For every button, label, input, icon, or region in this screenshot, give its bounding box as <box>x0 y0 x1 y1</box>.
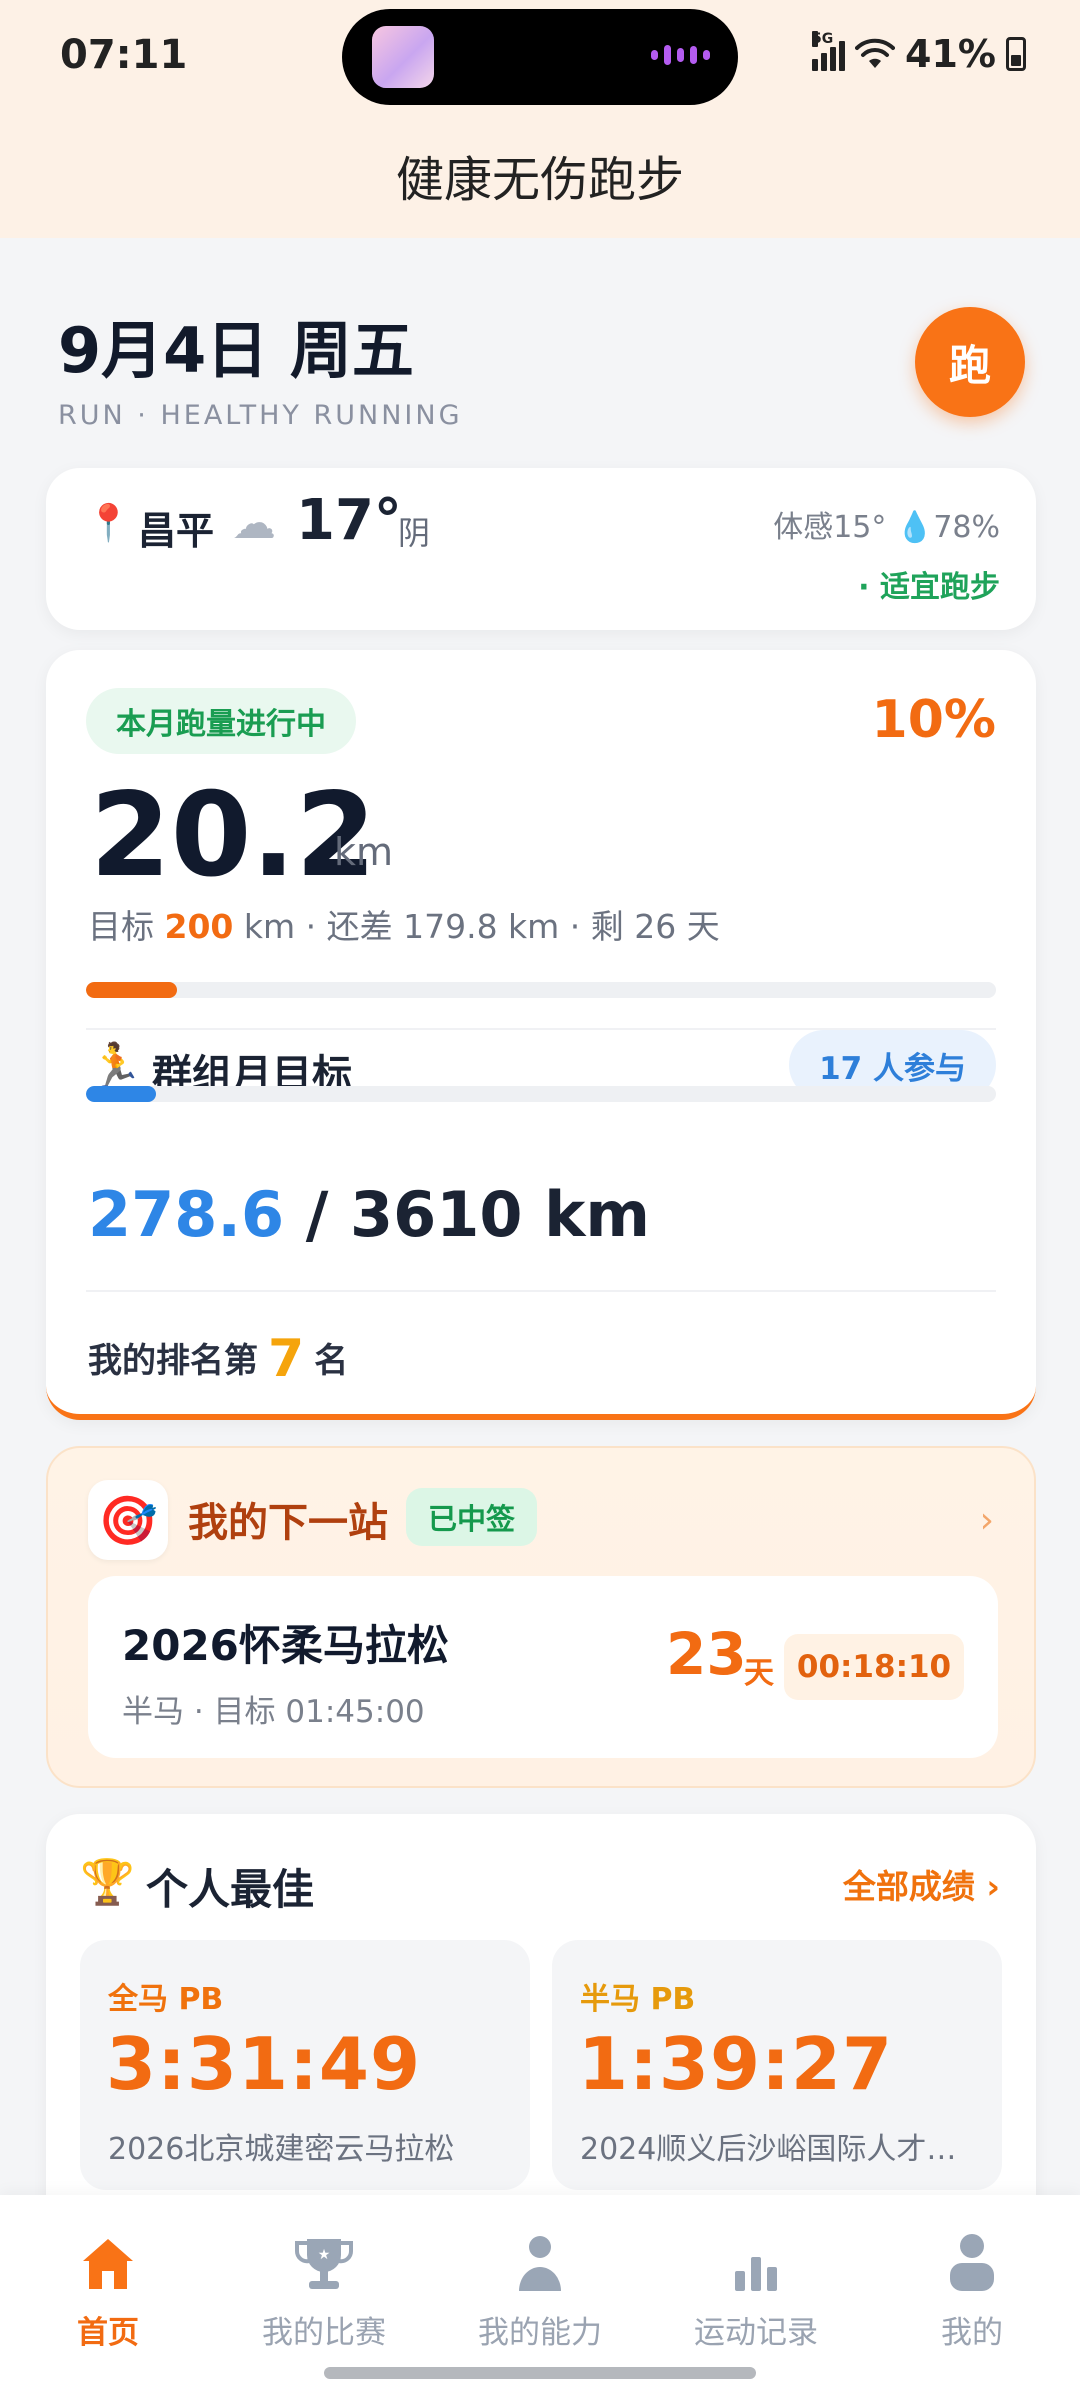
nav-item-my-races[interactable]: ★ 我的比赛 <box>216 2219 432 2352</box>
svg-text:★: ★ <box>318 2247 331 2263</box>
humidity-drop-icon: 💧 <box>895 510 934 545</box>
group-progress-bar <box>86 1086 996 1102</box>
chevron-right-icon[interactable]: › <box>980 1500 994 1541</box>
weather-card[interactable]: 📍 昌平 ☁ 17° 阴 体感15° 💧78% · 适宜跑步 <box>46 468 1036 630</box>
race-days-unit: 天 <box>744 1656 774 1691</box>
wifi-icon <box>855 38 896 68</box>
race-name: 2026怀柔马拉松 <box>122 1621 449 1670</box>
audio-wave-icon <box>651 45 710 65</box>
pb-time: 3:31:49 <box>106 2022 422 2106</box>
monthly-status-badge: 本月跑量进行中 <box>86 688 356 754</box>
race-detail-panel[interactable]: 2026怀柔马拉松 半马 · 目标 01:45:00 23 天 00:18:10 <box>88 1576 998 1758</box>
pb-label: 全马 PB <box>108 1982 224 2017</box>
monthly-mileage-card[interactable]: 本月跑量进行中 10% 20.2 km 目标 200 km · 还差 179.8… <box>46 650 1036 1420</box>
rank-number: 7 <box>268 1329 305 1389</box>
trophy-icon: ★ <box>295 2239 353 2289</box>
distance-unit: km <box>334 830 394 874</box>
all-results-link[interactable]: 全部成绩 › <box>843 1860 1000 1908</box>
nav-label: 运动记录 <box>694 2315 818 2351</box>
battery-percent: 41% <box>905 32 996 76</box>
monthly-goal: 200 <box>164 907 234 946</box>
pb-item-full-marathon[interactable]: 全马 PB 3:31:49 2026北京城建密云马拉松 <box>80 1940 530 2190</box>
nav-item-me[interactable]: 我的 <box>864 2219 1080 2352</box>
my-rank: 我的排名第 7 名 <box>88 1329 349 1389</box>
start-run-button[interactable]: 跑 <box>915 307 1025 417</box>
group-distance: 278.6 / 3610 km <box>88 1178 650 1251</box>
monthly-percent: 10% <box>871 690 996 750</box>
pb-race-name: 2026北京城建密云马拉松 <box>108 2132 455 2167</box>
lottery-status-badge: 已中签 <box>406 1488 538 1546</box>
personal-best-title: 个人最佳 <box>146 1865 315 1914</box>
weather-temp: 17° <box>296 488 402 553</box>
island-app-thumbnail <box>372 26 434 88</box>
pb-race-name: 2024顺义后沙峪国际人才… <box>580 2132 957 2167</box>
weather-city: 昌平 <box>138 509 215 553</box>
home-icon <box>83 2239 133 2289</box>
runner-icon: 🏃 <box>88 1041 143 1092</box>
status-icons: 5G 41% <box>812 31 1026 76</box>
nav-item-ability[interactable]: 我的能力 <box>432 2219 648 2352</box>
monthly-goal-line: 目标 200 km · 还差 179.8 km · 剩 26 天 <box>88 907 720 946</box>
nav-item-records[interactable]: 运动记录 <box>648 2219 864 2352</box>
race-countdown: 00:18:10 <box>784 1634 964 1700</box>
home-indicator[interactable] <box>324 2367 756 2379</box>
battery-icon <box>1006 37 1026 71</box>
race-detail: 半马 · 目标 01:45:00 <box>122 1694 425 1730</box>
cellular-signal-icon: 5G <box>812 31 846 71</box>
trophy-icon: 🏆 <box>80 1857 135 1908</box>
bar-chart-icon <box>735 2257 777 2291</box>
next-race-title: 我的下一站 <box>188 1500 388 1546</box>
feels-like: 体感15° <box>773 510 887 545</box>
nav-label: 我的比赛 <box>262 2315 386 2351</box>
next-race-card[interactable]: 🎯 我的下一站 已中签 › 2026怀柔马拉松 半马 · 目标 01:45:00… <box>46 1446 1036 1788</box>
date-heading: 9月4日 周五 <box>58 314 414 387</box>
running-advice: · 适宜跑步 <box>858 570 1000 605</box>
dynamic-island[interactable] <box>342 9 738 105</box>
weather-condition: 阴 <box>398 514 431 552</box>
page-title: 健康无伤跑步 <box>395 152 684 208</box>
nav-item-home[interactable]: 首页 <box>0 2219 216 2352</box>
humidity-value: 78% <box>933 510 1000 545</box>
location-pin-icon: 📍 <box>86 503 131 544</box>
top-header: 07:11 5G 41% 健康无伤跑步 <box>0 0 1080 238</box>
pb-item-half-marathon[interactable]: 半马 PB 1:39:27 2024顺义后沙峪国际人才… <box>552 1940 1002 2190</box>
divider <box>86 1290 996 1292</box>
personal-best-card: 🏆 个人最佳 全部成绩 › 全马 PB 3:31:49 2026北京城建密云马拉… <box>46 1814 1036 2254</box>
profile-icon <box>950 2234 994 2291</box>
nav-label: 首页 <box>77 2315 139 2351</box>
nav-label: 我的 <box>941 2315 1003 2351</box>
nav-label: 我的能力 <box>478 2315 602 2351</box>
weather-details: 体感15° 💧78% <box>773 502 1000 546</box>
status-time: 07:11 <box>60 32 188 78</box>
target-icon: 🎯 <box>88 1480 168 1560</box>
race-days-left: 23 <box>666 1620 747 1688</box>
date-subtitle: RUN · HEALTHY RUNNING <box>58 400 463 431</box>
pb-time: 1:39:27 <box>578 2022 894 2106</box>
monthly-progress-bar <box>86 982 996 998</box>
pb-label: 半马 PB <box>580 1982 696 2017</box>
person-icon <box>519 2236 561 2291</box>
cloud-icon: ☁ <box>232 498 276 549</box>
